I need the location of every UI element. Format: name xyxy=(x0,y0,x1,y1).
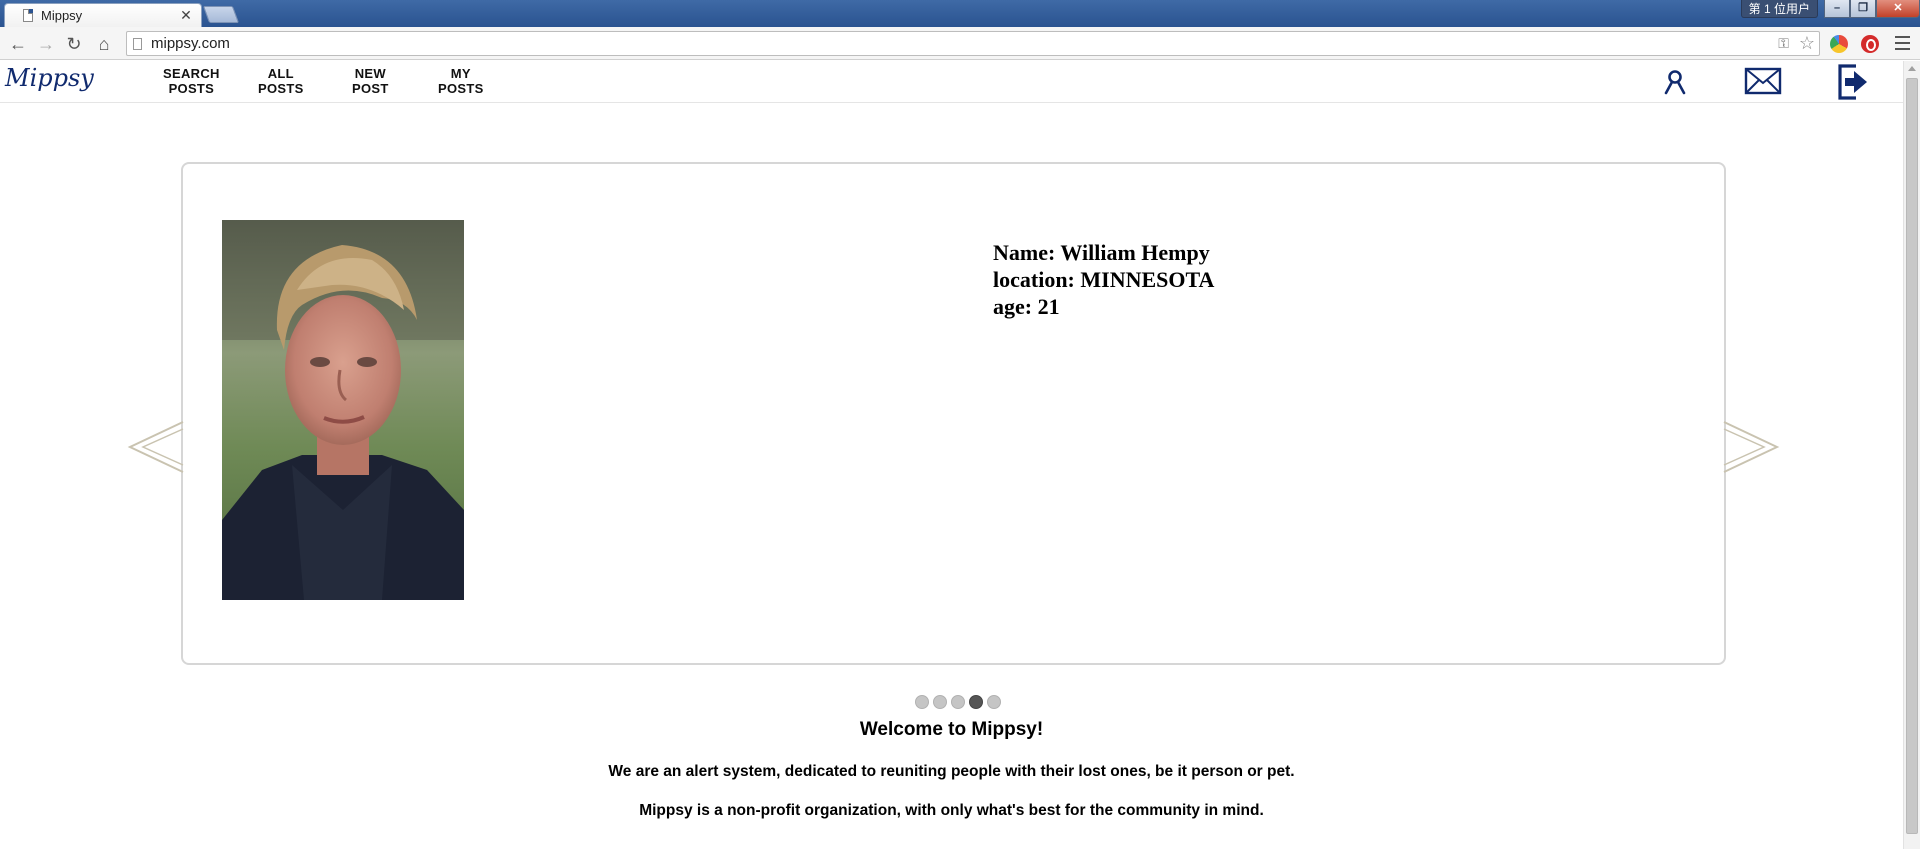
scroll-up-arrow-icon[interactable] xyxy=(1908,66,1916,71)
nav-label-line2: POSTS xyxy=(438,81,484,96)
tab-close-icon[interactable]: ✕ xyxy=(179,7,193,24)
extension-chrome-icon[interactable] xyxy=(1830,35,1848,53)
restore-button[interactable]: ❐ xyxy=(1850,0,1876,18)
profile-icon[interactable] xyxy=(1662,69,1688,95)
nav-label-line1: SEARCH xyxy=(163,66,220,81)
person-photo xyxy=(222,220,464,600)
scrollbar-thumb[interactable] xyxy=(1906,78,1918,834)
user-badge[interactable]: 第 1 位用户 xyxy=(1740,0,1818,18)
logout-icon[interactable] xyxy=(1836,62,1870,102)
close-window-button[interactable]: ✕ xyxy=(1876,0,1920,18)
person-location: location: MINNESOTA xyxy=(993,267,1215,292)
site-header: Mippsy SEARCH POSTS ALL POSTS NEW POST M… xyxy=(0,61,1903,103)
extension-opera-icon[interactable] xyxy=(1861,35,1879,53)
bookmark-star-icon[interactable]: ☆ xyxy=(1799,33,1815,54)
carousel-dot[interactable] xyxy=(987,695,1001,709)
nav-label-line2: POSTS xyxy=(258,81,304,96)
person-info: Name: William Hempy location: MINNESOTA … xyxy=(993,239,1214,320)
tagline-text: We are an alert system, dedicated to reu… xyxy=(608,763,1295,780)
nav-label-line2: POSTS xyxy=(168,81,215,96)
reload-icon[interactable]: ↻ xyxy=(62,32,86,56)
new-tab-button[interactable] xyxy=(202,6,240,23)
nav-label-line1: ALL xyxy=(267,66,294,81)
key-icon[interactable]: ⚿ xyxy=(1778,35,1789,52)
browser-titlebar: Mippsy ✕ 第 1 位用户 – ❐ ✕ xyxy=(0,0,1920,27)
nav-label-line1: MY xyxy=(450,66,471,81)
carousel-dot[interactable] xyxy=(933,695,947,709)
back-icon[interactable]: ← xyxy=(6,32,30,56)
browser-menu-icon[interactable] xyxy=(1895,36,1910,50)
home-icon[interactable]: ⌂ xyxy=(92,32,116,56)
person-name: Name: William Hempy xyxy=(993,240,1210,265)
address-bar[interactable]: mippsy.com ⚿ ☆ xyxy=(126,31,1820,56)
nav-my-posts[interactable]: MY POSTS xyxy=(438,66,484,96)
carousel-dot[interactable] xyxy=(915,695,929,709)
page-scrollbar[interactable] xyxy=(1903,61,1920,849)
carousel-dot[interactable] xyxy=(951,695,965,709)
person-age: age: 21 xyxy=(993,294,1060,319)
carousel-dot-active[interactable] xyxy=(969,695,983,709)
page-icon xyxy=(23,9,33,22)
page-viewport: Mippsy SEARCH POSTS ALL POSTS NEW POST M… xyxy=(0,61,1903,849)
forward-icon[interactable]: → xyxy=(34,32,58,56)
mail-icon[interactable] xyxy=(1744,67,1782,95)
minimize-button[interactable]: – xyxy=(1824,0,1850,18)
browser-toolbar: ← → ↻ ⌂ mippsy.com ⚿ ☆ xyxy=(0,27,1920,60)
carousel-next-arrow[interactable] xyxy=(1722,419,1780,475)
url-text[interactable]: mippsy.com xyxy=(151,35,1778,52)
carousel-dots xyxy=(915,695,1001,709)
page-icon xyxy=(133,37,142,50)
window-controls: 第 1 位用户 – ❐ ✕ xyxy=(1740,0,1920,20)
tab-title: Mippsy xyxy=(41,8,83,23)
nav-all-posts[interactable]: ALL POSTS xyxy=(258,66,304,96)
welcome-heading: Welcome to Mippsy! xyxy=(859,719,1044,740)
nav-search-posts[interactable]: SEARCH POSTS xyxy=(163,66,220,96)
mission-text: Mippsy is a non-profit organization, wit… xyxy=(639,802,1264,819)
browser-tab[interactable]: Mippsy ✕ xyxy=(4,3,202,27)
nav-new-post[interactable]: NEW POST xyxy=(352,66,389,96)
site-logo[interactable]: Mippsy xyxy=(5,64,94,92)
carousel-prev-arrow[interactable] xyxy=(127,419,185,475)
nav-label-line1: NEW xyxy=(354,66,386,81)
nav-label-line2: POST xyxy=(352,81,389,96)
